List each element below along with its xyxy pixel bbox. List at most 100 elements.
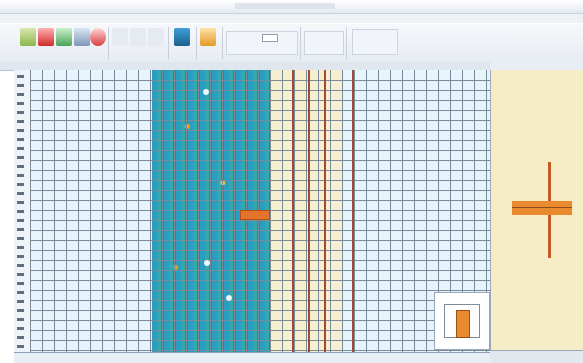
ruler-tick <box>17 111 24 114</box>
grid-col-line <box>150 70 151 352</box>
grid-row-line <box>30 180 490 181</box>
value-input[interactable] <box>262 34 278 42</box>
grid-col-line <box>186 70 187 352</box>
grid-col-line <box>174 70 175 352</box>
grid-col-line <box>90 70 91 352</box>
bottom-scrollbar[interactable] <box>490 350 583 363</box>
grid-col-line <box>78 70 79 352</box>
stop-icon[interactable] <box>90 28 106 46</box>
grid-col-line <box>426 70 427 352</box>
grid-col-line <box>102 70 103 352</box>
grid-row-line <box>30 150 490 151</box>
grid-row-line <box>30 170 490 171</box>
ruler-tick <box>17 327 24 330</box>
tools-icon[interactable] <box>200 28 216 46</box>
ribbon-separator <box>346 27 347 59</box>
ruler-tick <box>17 129 24 132</box>
ruler-tick <box>17 228 24 231</box>
grid-col-line <box>294 70 295 352</box>
grid-col-line <box>342 70 343 352</box>
ruler-tick <box>17 183 24 186</box>
grid-row-line <box>30 90 490 91</box>
highlight-block[interactable] <box>240 210 270 220</box>
grid-row-line <box>30 110 490 111</box>
ruler-tick <box>17 255 24 258</box>
undo-icon[interactable] <box>74 28 90 46</box>
grid-col-line <box>366 70 367 352</box>
palette-icon[interactable] <box>174 28 190 46</box>
disabled-button-1[interactable] <box>112 28 128 46</box>
red-guide-line <box>292 70 294 352</box>
heatmap-dot <box>226 295 232 301</box>
grid-row-line <box>30 220 490 221</box>
refresh-icon[interactable] <box>56 28 72 46</box>
ruler-tick <box>17 300 24 303</box>
grid-row-line <box>30 100 490 101</box>
grid-col-line <box>210 70 211 352</box>
grid-col-line <box>378 70 379 352</box>
grid-col-line <box>270 70 271 352</box>
grid-row-line <box>30 200 490 201</box>
grid-col-line <box>414 70 415 352</box>
grid-row-line <box>30 250 490 251</box>
options-panel <box>352 29 398 55</box>
grid-row-line <box>30 240 490 241</box>
window-title <box>255 2 335 10</box>
check-icon[interactable] <box>20 28 36 46</box>
ruler-tick <box>17 192 24 195</box>
ruler-tick <box>17 246 24 249</box>
grid-col-line <box>318 70 319 352</box>
grid-row-line <box>30 130 490 131</box>
ruler-tick <box>17 138 24 141</box>
ribbon-separator <box>222 27 223 59</box>
ruler-tick <box>17 120 24 123</box>
grid-row-line <box>30 350 490 351</box>
grid-col-line <box>354 70 355 352</box>
ruler-tick <box>17 93 24 96</box>
ruler-tick <box>17 84 24 87</box>
ruler-tick <box>17 291 24 294</box>
grid-row-line <box>30 140 490 141</box>
ruler-tick <box>17 201 24 204</box>
grid-col-line <box>126 70 127 352</box>
ruler-tick <box>17 264 24 267</box>
grid-row-line <box>30 310 490 311</box>
grid-col-line <box>138 70 139 352</box>
cross-marker-line <box>512 207 572 208</box>
grid-col-line <box>42 70 43 352</box>
grid-col-line <box>30 70 31 352</box>
ribbon-separator <box>196 27 197 59</box>
heatmap-dot <box>204 260 210 266</box>
ruler-tick <box>17 102 24 105</box>
ruler-tick <box>17 174 24 177</box>
grid-row-line <box>30 300 490 301</box>
ruler-tick <box>17 336 24 339</box>
close-icon[interactable] <box>38 28 54 46</box>
title-bar <box>0 0 583 14</box>
ruler-tick <box>17 309 24 312</box>
ribbon-separator <box>300 27 301 59</box>
ruler-tick <box>17 75 24 78</box>
ribbon-separator <box>108 27 109 59</box>
grid-row-line <box>30 190 490 191</box>
ruler-tick <box>17 273 24 276</box>
ruler-tick <box>17 345 24 348</box>
grid-col-line <box>402 70 403 352</box>
disabled-button-3[interactable] <box>148 28 164 46</box>
disabled-button-2[interactable] <box>130 28 146 46</box>
ruler-tick <box>17 237 24 240</box>
horizontal-ruler <box>14 352 490 363</box>
grid-row-line <box>30 160 490 161</box>
grid-col-line <box>66 70 67 352</box>
grid-row-line <box>30 230 490 231</box>
grid-row-line <box>30 270 490 271</box>
grid-row-line <box>30 340 490 341</box>
mini-preview-bar <box>456 310 470 338</box>
grid-row-line <box>30 260 490 261</box>
grid-col-line <box>234 70 235 352</box>
grid-col-line <box>54 70 55 352</box>
grid-col-line <box>222 70 223 352</box>
heatmap-dot <box>203 89 209 95</box>
red-guide-line <box>352 70 354 352</box>
cross-marker-horizontal[interactable] <box>512 201 572 215</box>
